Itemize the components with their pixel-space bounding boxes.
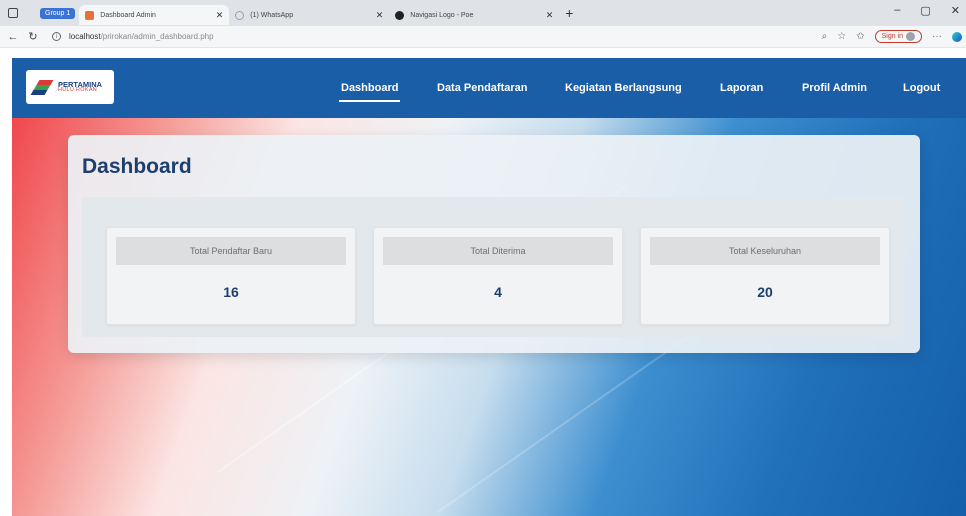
logo-line2: HULU ROKAN xyxy=(58,87,98,93)
stat-card-pendaftar-baru: Total Pendaftar Baru 16 xyxy=(106,227,356,325)
address-bar: ← ↻ i localhost/prirokan/admin_dashboard… xyxy=(0,26,966,48)
dashboard-favicon-icon xyxy=(85,10,95,20)
nav-kegiatan-berlangsung[interactable]: Kegiatan Berlangsung xyxy=(565,82,682,94)
browser-tab-poe[interactable]: Navigasi Logo - Poe ✕ xyxy=(389,5,559,25)
url-host: localhost xyxy=(69,32,101,41)
stat-label: Total Pendaftar Baru xyxy=(116,237,346,265)
close-tab-icon[interactable]: ✕ xyxy=(376,10,384,21)
copilot-icon[interactable] xyxy=(952,31,962,42)
browser-tab-dashboard[interactable]: Dashboard Admin ✕ xyxy=(79,5,230,25)
close-window-button[interactable]: ✕ xyxy=(951,4,960,17)
stat-value: 4 xyxy=(494,284,502,300)
search-icon[interactable]: ⌕ xyxy=(822,31,828,42)
stat-label: Total Diterima xyxy=(383,237,613,265)
browser-tab-strip: Group 1 Dashboard Admin ✕ (1) WhatsApp ✕… xyxy=(0,0,966,26)
page-title: Dashboard xyxy=(82,155,192,178)
sign-in-button[interactable]: Sign in xyxy=(874,30,922,43)
stat-card-keseluruhan: Total Keseluruhan 20 xyxy=(640,227,890,325)
stat-value: 20 xyxy=(757,284,773,300)
logo-text: PERTAMINA HULU ROKAN xyxy=(58,80,102,94)
close-tab-icon[interactable]: ✕ xyxy=(546,10,554,21)
pertamina-logo[interactable]: PERTAMINA HULU ROKAN xyxy=(26,70,114,104)
stat-card-diterima: Total Diterima 4 xyxy=(373,227,623,325)
sign-in-label: Sign in xyxy=(881,33,903,40)
reload-icon[interactable]: ↻ xyxy=(26,30,40,43)
tab-title: (1) WhatsApp xyxy=(250,11,294,19)
minimize-button[interactable]: – xyxy=(894,4,900,17)
profile-avatar-icon xyxy=(906,32,915,41)
nav-laporan[interactable]: Laporan xyxy=(720,82,763,94)
stat-label: Total Keseluruhan xyxy=(650,237,880,265)
window-controls: – ▢ ✕ xyxy=(894,4,960,17)
loading-favicon-icon xyxy=(235,10,245,20)
tab-title: Dashboard Admin xyxy=(100,11,156,19)
logo-mark-icon xyxy=(30,78,54,96)
new-tab-button[interactable]: + xyxy=(565,5,573,21)
close-tab-icon[interactable]: ✕ xyxy=(216,10,224,21)
nav-profil-admin[interactable]: Profil Admin xyxy=(802,82,867,94)
page-viewport: PERTAMINA HULU ROKAN Dashboard Data Pend… xyxy=(12,52,966,516)
address-bar-actions: ⌕ ☆ ✩ Sign in ··· xyxy=(822,30,962,43)
dashboard-card: Dashboard Total Pendaftar Baru 16 Total … xyxy=(68,135,920,353)
site-info-icon[interactable]: i xyxy=(52,32,61,41)
tab-title: Navigasi Logo - Poe xyxy=(410,11,474,19)
url-path: /prirokan/admin_dashboard.php xyxy=(100,32,214,41)
tab-group-chip[interactable]: Group 1 xyxy=(40,7,76,19)
favorites-icon[interactable]: ✩ xyxy=(856,31,864,42)
nav-data-pendaftaran[interactable]: Data Pendaftaran xyxy=(437,82,527,94)
poe-favicon-icon xyxy=(395,10,405,20)
more-menu-icon[interactable]: ··· xyxy=(932,31,942,42)
maximize-button[interactable]: ▢ xyxy=(920,4,930,17)
nav-logout[interactable]: Logout xyxy=(903,82,940,94)
stat-value: 16 xyxy=(223,284,239,300)
back-arrow-icon[interactable]: ← xyxy=(6,31,20,43)
top-navbar: PERTAMINA HULU ROKAN Dashboard Data Pend… xyxy=(12,58,966,118)
favorite-star-icon[interactable]: ☆ xyxy=(837,31,846,42)
nav-dashboard[interactable]: Dashboard xyxy=(338,82,401,102)
stats-container: Total Pendaftar Baru 16 Total Diterima 4… xyxy=(82,197,904,337)
browser-tab-whatsapp[interactable]: (1) WhatsApp ✕ xyxy=(229,5,389,25)
tab-actions-icon[interactable] xyxy=(8,8,18,18)
logo-blue-stripe xyxy=(30,90,48,95)
url-field[interactable]: localhost/prirokan/admin_dashboard.php xyxy=(69,32,214,41)
